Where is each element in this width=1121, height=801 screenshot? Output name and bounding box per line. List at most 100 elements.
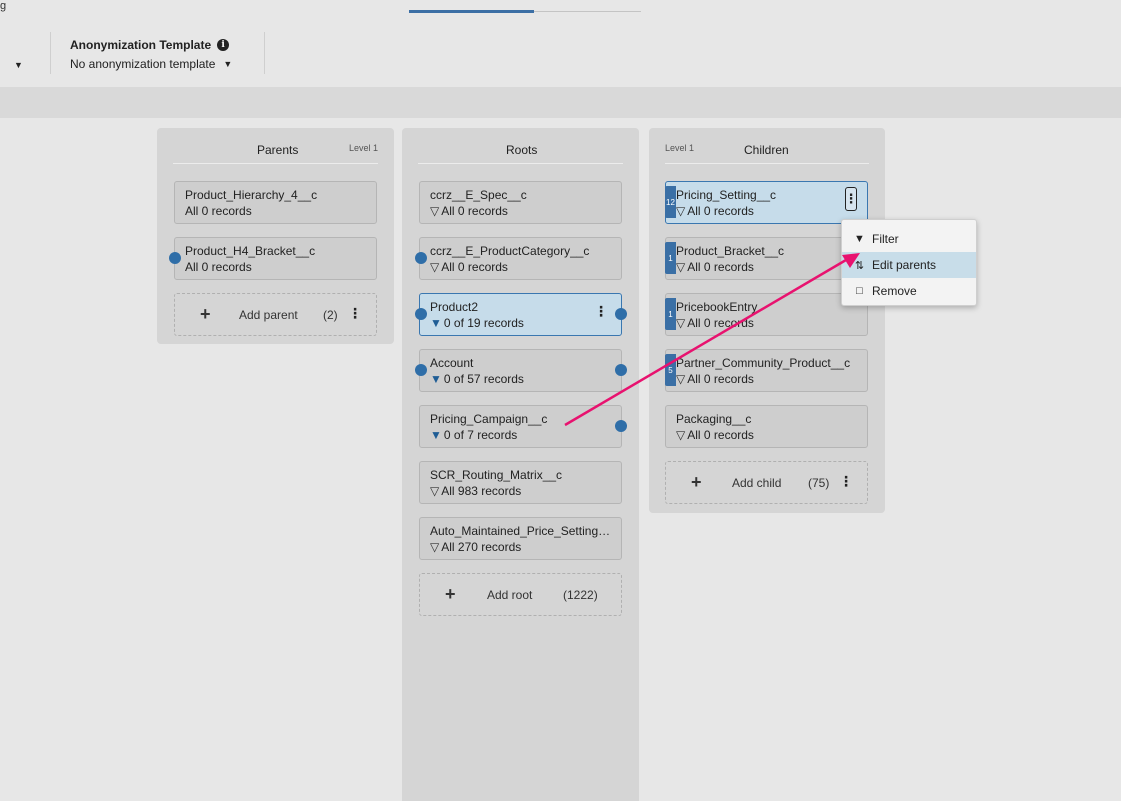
add-parent-count: (2) xyxy=(323,308,338,322)
card-name: Product2 xyxy=(430,300,479,314)
anonymization-value: No anonymization template xyxy=(70,57,216,71)
records-text: All 0 records xyxy=(687,372,754,386)
menu-item-filter[interactable]: ▼ Filter xyxy=(842,226,976,252)
chevron-down-icon[interactable]: ▼ xyxy=(14,60,23,70)
root-card[interactable]: SCR_Routing_Matrix__c ▽ All 983 records xyxy=(419,461,622,504)
records-text: All 0 records xyxy=(687,260,754,274)
card-name: Product_H4_Bracket__c xyxy=(185,244,316,258)
card-name: ccrz__E_Spec__c xyxy=(430,188,527,202)
card-records: ▼ 0 of 19 records xyxy=(430,316,524,330)
root-card[interactable]: Account ▼ 0 of 57 records xyxy=(419,349,622,392)
toolbar-strip xyxy=(0,87,1121,118)
filter-icon: ▼ xyxy=(430,428,442,442)
root-card-selected[interactable]: Product2 ▼ 0 of 19 records ⋮ xyxy=(419,293,622,336)
records-text: All 983 records xyxy=(441,484,522,498)
edit-parents-icon: ⇅ xyxy=(854,259,865,272)
filter-icon: ▼ xyxy=(430,372,442,386)
child-card[interactable]: Packaging__c ▽ All 0 records xyxy=(665,405,868,448)
more-options-icon[interactable]: ⋮ xyxy=(845,187,858,211)
more-options-icon[interactable]: ⋮ xyxy=(839,473,853,490)
child-card[interactable]: 5 Partner_Community_Product__c ▽ All 0 re… xyxy=(665,349,868,392)
records-text: All 0 records xyxy=(687,428,754,442)
card-name: PricebookEntry xyxy=(676,300,758,314)
connector-dot[interactable] xyxy=(415,364,427,376)
filter-outline-icon: ▽ xyxy=(676,372,686,386)
records-text: 0 of 19 records xyxy=(443,316,524,330)
plus-icon: + xyxy=(200,304,211,324)
root-card[interactable]: ccrz__E_Spec__c ▽ All 0 records xyxy=(419,181,622,224)
add-root-button[interactable]: + Add root (1222) xyxy=(419,573,622,616)
child-level-badge: 12 xyxy=(665,186,676,218)
connector-dot[interactable] xyxy=(169,252,181,264)
child-card[interactable]: 1 Product_Bracket__c ▽ All 0 records xyxy=(665,237,868,280)
trash-icon: □ xyxy=(856,285,863,297)
anonymization-template-select[interactable]: No anonymization template ▼ xyxy=(70,57,232,71)
filter-outline-icon: ▽ xyxy=(676,316,686,330)
records-text: 0 of 7 records xyxy=(443,428,518,442)
filter-outline-icon: ▽ xyxy=(430,540,440,554)
chevron-down-icon: ▼ xyxy=(223,59,233,69)
connector-dot[interactable] xyxy=(615,420,627,432)
more-options-icon[interactable]: ⋮ xyxy=(348,305,362,322)
child-card-selected[interactable]: 12 Pricing_Setting__c ▽ All 0 records ⋮ xyxy=(665,181,868,224)
filter-outline-icon: ▽ xyxy=(676,428,686,442)
card-name: Auto_Maintained_Price_Setting… xyxy=(430,524,611,538)
menu-item-label: Remove xyxy=(872,284,917,298)
more-options-icon[interactable]: ⋮ xyxy=(594,303,608,320)
records-text: All 270 records xyxy=(441,540,522,554)
filter-icon: ▼ xyxy=(854,233,865,245)
add-root-count: (1222) xyxy=(563,588,598,602)
card-records: ▽ All 0 records xyxy=(430,260,508,274)
parent-card[interactable]: Product_H4_Bracket__c All 0 records xyxy=(174,237,377,280)
filter-icon: ▼ xyxy=(430,316,442,330)
root-card[interactable]: Auto_Maintained_Price_Setting… ▽ All 270 … xyxy=(419,517,622,560)
info-icon[interactable]: i xyxy=(217,39,230,51)
parents-column-header: Parents Level 1 xyxy=(173,128,378,164)
children-level: Level 1 xyxy=(665,143,695,153)
menu-item-label: Edit parents xyxy=(872,258,937,272)
card-records: ▼ 0 of 57 records xyxy=(430,372,524,386)
connector-dot[interactable] xyxy=(615,308,627,320)
divider xyxy=(264,32,265,74)
connector-dot[interactable] xyxy=(615,364,627,376)
menu-item-remove[interactable]: □ Remove xyxy=(842,278,976,304)
page: { "header": { "corner_fragment": "g", "a… xyxy=(0,0,1121,801)
card-name: Product_Bracket__c xyxy=(676,244,785,258)
card-records: ▽ All 270 records xyxy=(430,540,521,554)
card-records: ▽ All 0 records xyxy=(676,372,754,386)
plus-icon: + xyxy=(445,584,456,604)
root-card[interactable]: ccrz__E_ProductCategory__c ▽ All 0 record… xyxy=(419,237,622,280)
child-level-badge: 5 xyxy=(665,354,676,386)
add-child-label: Add child xyxy=(732,476,782,490)
children-column-header: Level 1 Children xyxy=(665,128,869,164)
card-records: ▽ All 0 records xyxy=(676,204,754,218)
add-parent-label: Add parent xyxy=(239,308,298,322)
connector-dot[interactable] xyxy=(415,252,427,264)
records-text: All 0 records xyxy=(441,260,508,274)
menu-item-label: Filter xyxy=(872,232,899,246)
card-records: ▽ All 0 records xyxy=(676,428,754,442)
child-level-badge: 1 xyxy=(665,242,676,274)
parent-card[interactable]: Product_Hierarchy_4__c All 0 records xyxy=(174,181,377,224)
divider xyxy=(50,32,51,74)
card-name: ccrz__E_ProductCategory__c xyxy=(430,244,590,258)
card-records: All 0 records xyxy=(185,204,252,218)
filter-outline-icon: ▽ xyxy=(676,204,686,218)
filter-outline-icon: ▽ xyxy=(676,260,686,274)
card-name: Pricing_Setting__c xyxy=(676,188,777,202)
filter-outline-icon: ▽ xyxy=(430,484,440,498)
add-parent-button[interactable]: + Add parent (2) ⋮ xyxy=(174,293,377,336)
header-fragment: g xyxy=(0,0,7,12)
roots-column-header: Roots xyxy=(418,128,623,164)
active-tab-indicator xyxy=(409,10,534,13)
menu-item-edit-parents[interactable]: ⇅ Edit parents xyxy=(842,252,976,278)
add-child-button[interactable]: + Add child (75) ⋮ xyxy=(665,461,868,504)
connector-dot[interactable] xyxy=(415,308,427,320)
root-card[interactable]: Pricing_Campaign__c ▼ 0 of 7 records xyxy=(419,405,622,448)
add-child-count: (75) xyxy=(808,476,830,490)
child-level-badge: 1 xyxy=(665,298,676,330)
card-records: ▽ All 0 records xyxy=(430,204,508,218)
card-name: SCR_Routing_Matrix__c xyxy=(430,468,563,482)
card-records: ▽ All 0 records xyxy=(676,316,754,330)
child-card[interactable]: 1 PricebookEntry ▽ All 0 records xyxy=(665,293,868,336)
